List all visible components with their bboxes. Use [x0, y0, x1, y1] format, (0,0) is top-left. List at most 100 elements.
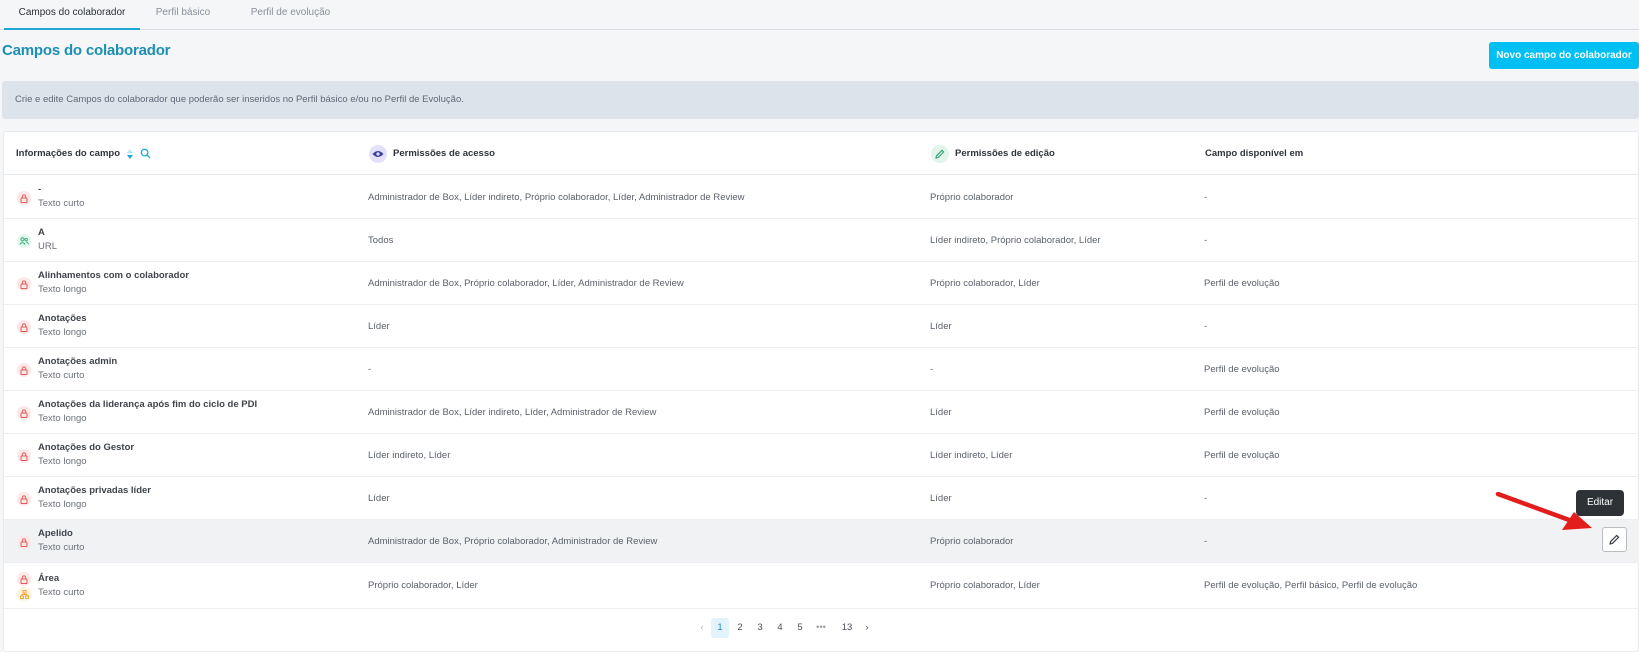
pagination-ellipsis[interactable]: ••• [812, 618, 830, 638]
field-info: Anotações privadas líder Texto longo [38, 477, 151, 519]
edit-permissions: Próprio colaborador [930, 191, 1014, 203]
tab-bar: Campos do colaborador Perfil básico Perf… [0, 0, 1639, 30]
table-row[interactable]: Área Texto curto Próprio colaborador, Lí… [4, 563, 1639, 609]
lock-icon [17, 406, 31, 420]
column-header-edit-label: Permissões de edição [955, 148, 1055, 159]
access-permissions: - [368, 363, 372, 375]
sort-icon[interactable] [126, 148, 134, 159]
people-icon [17, 234, 31, 248]
table-row[interactable]: Apelido Texto curto Administrador de Box… [4, 520, 1639, 563]
table-row[interactable]: Anotações privadas líder Texto longo Líd… [4, 477, 1639, 520]
field-info: Anotações Texto longo [38, 305, 87, 347]
lock-icon [17, 277, 31, 291]
field-info: Alinhamentos com o colaborador Texto lon… [38, 262, 189, 304]
available-in: - [1204, 320, 1208, 332]
edit-permissions: Líder indireto, Líder [930, 449, 1013, 461]
page-3[interactable]: 3 [751, 618, 769, 638]
access-permissions: Todos [368, 234, 394, 246]
lock-icon [17, 572, 31, 586]
lock-icon [17, 320, 31, 334]
access-permissions: Administrador de Box, Próprio colaborado… [368, 535, 658, 547]
edit-button[interactable] [1602, 527, 1627, 552]
new-field-button[interactable]: Novo campo do colaborador [1489, 42, 1639, 69]
lock-icon [17, 492, 31, 506]
column-header-access: Permissões de acesso [369, 132, 495, 175]
field-name: Área [38, 572, 60, 584]
prev-page-icon[interactable]: ‹ [693, 618, 711, 638]
column-header-available-label: Campo disponível em [1205, 148, 1304, 159]
page-2[interactable]: 2 [731, 618, 749, 638]
field-type: URL [38, 241, 58, 252]
field-type: Texto longo [38, 327, 87, 338]
field-info: Anotações do Gestor Texto longo [38, 434, 134, 476]
info-banner: Crie e edite Campos do colaborador que p… [2, 81, 1639, 119]
lock-icon [17, 449, 31, 463]
tab-perfil-basico[interactable]: Perfil básico [145, 0, 221, 30]
edit-permissions: Líder [930, 320, 952, 332]
field-name: Anotações da liderança após fim do ciclo… [38, 399, 258, 410]
field-name: Anotações [38, 313, 87, 324]
field-info: Apelido Texto curto [38, 520, 84, 562]
field-name: - [38, 184, 42, 195]
field-name: Anotações admin [38, 356, 118, 367]
fields-table: Informações do campo Permissões de acess… [3, 131, 1639, 652]
available-in: Perfil de evolução [1204, 363, 1280, 375]
column-header-access-label: Permissões de acesso [393, 148, 495, 159]
pagination: ‹ 1 2 3 4 5 ••• 13 › [0, 618, 1639, 640]
column-header-info: Informações do campo [16, 132, 151, 175]
table-row[interactable]: Alinhamentos com o colaborador Texto lon… [4, 262, 1639, 305]
edit-permissions: Próprio colaborador [930, 535, 1014, 547]
tab-perfil-de-evolucao[interactable]: Perfil de evolução [243, 0, 338, 30]
field-info: Área Texto curto [38, 563, 84, 608]
available-in: - [1204, 535, 1208, 547]
page-4[interactable]: 4 [771, 618, 789, 638]
field-name: Anotações do Gestor [38, 442, 135, 453]
field-name: Apelido [38, 528, 73, 539]
page-1[interactable]: 1 [711, 618, 729, 638]
edit-permissions: - [930, 363, 934, 375]
page-last[interactable]: 13 [838, 618, 856, 638]
edit-permissions: Próprio colaborador, Líder [930, 580, 1040, 591]
available-in: Perfil de evolução [1204, 449, 1280, 461]
access-permissions: Próprio colaborador, Líder [368, 580, 478, 591]
edit-permissions: Líder [930, 492, 952, 504]
field-type: Texto longo [38, 413, 87, 424]
tab-campos-do-colaborador[interactable]: Campos do colaborador [4, 0, 140, 30]
column-header-available: Campo disponível em [1205, 132, 1303, 175]
edit-tooltip: Editar [1576, 490, 1624, 516]
field-type: Texto curto [38, 586, 85, 598]
table-row[interactable]: Anotações do Gestor Texto longo Líder in… [4, 434, 1639, 477]
field-type: Texto longo [38, 284, 87, 295]
available-in: Perfil de evolução [1204, 277, 1280, 289]
lock-icon [17, 191, 31, 205]
field-type: Texto curto [38, 542, 85, 553]
table-row[interactable]: Anotações Texto longo Líder Líder - [4, 305, 1639, 348]
pencil-icon [931, 144, 949, 163]
edit-permissions: Líder indireto, Próprio colaborador, Líd… [930, 234, 1101, 246]
edit-permissions: Próprio colaborador, Líder [930, 277, 1040, 289]
table-row[interactable]: Anotações admin Texto curto - - Perfil d… [4, 348, 1639, 391]
table-row[interactable]: Anotações da liderança após fim do ciclo… [4, 391, 1639, 434]
field-type: Texto longo [38, 456, 87, 467]
available-in: - [1204, 191, 1208, 203]
access-permissions: Líder indireto, Líder [368, 449, 451, 461]
search-icon[interactable] [140, 148, 151, 159]
table-row[interactable]: A URL Todos Líder indireto, Próprio cola… [4, 219, 1639, 262]
pencil-icon [1609, 534, 1620, 545]
field-name: A [38, 227, 45, 238]
field-info: Anotações admin Texto curto [38, 348, 117, 390]
access-permissions: Administrador de Box, Líder indireto, Pr… [368, 191, 745, 203]
org-icon [17, 587, 31, 601]
page-title: Campos do colaborador [2, 42, 171, 59]
available-in: Perfil de evolução, Perfil básico, Perfi… [1204, 580, 1418, 591]
access-permissions: Líder [368, 492, 390, 504]
lock-icon [17, 363, 31, 377]
field-type: Texto longo [38, 499, 87, 510]
field-type: Texto curto [38, 198, 85, 209]
table-row[interactable]: - Texto curto Administrador de Box, Líde… [4, 176, 1639, 219]
available-in: - [1204, 492, 1208, 504]
table-header: Informações do campo Permissões de acess… [4, 132, 1639, 175]
page-5[interactable]: 5 [791, 618, 809, 638]
lock-icon [17, 535, 31, 549]
next-page-icon[interactable]: › [858, 618, 876, 638]
